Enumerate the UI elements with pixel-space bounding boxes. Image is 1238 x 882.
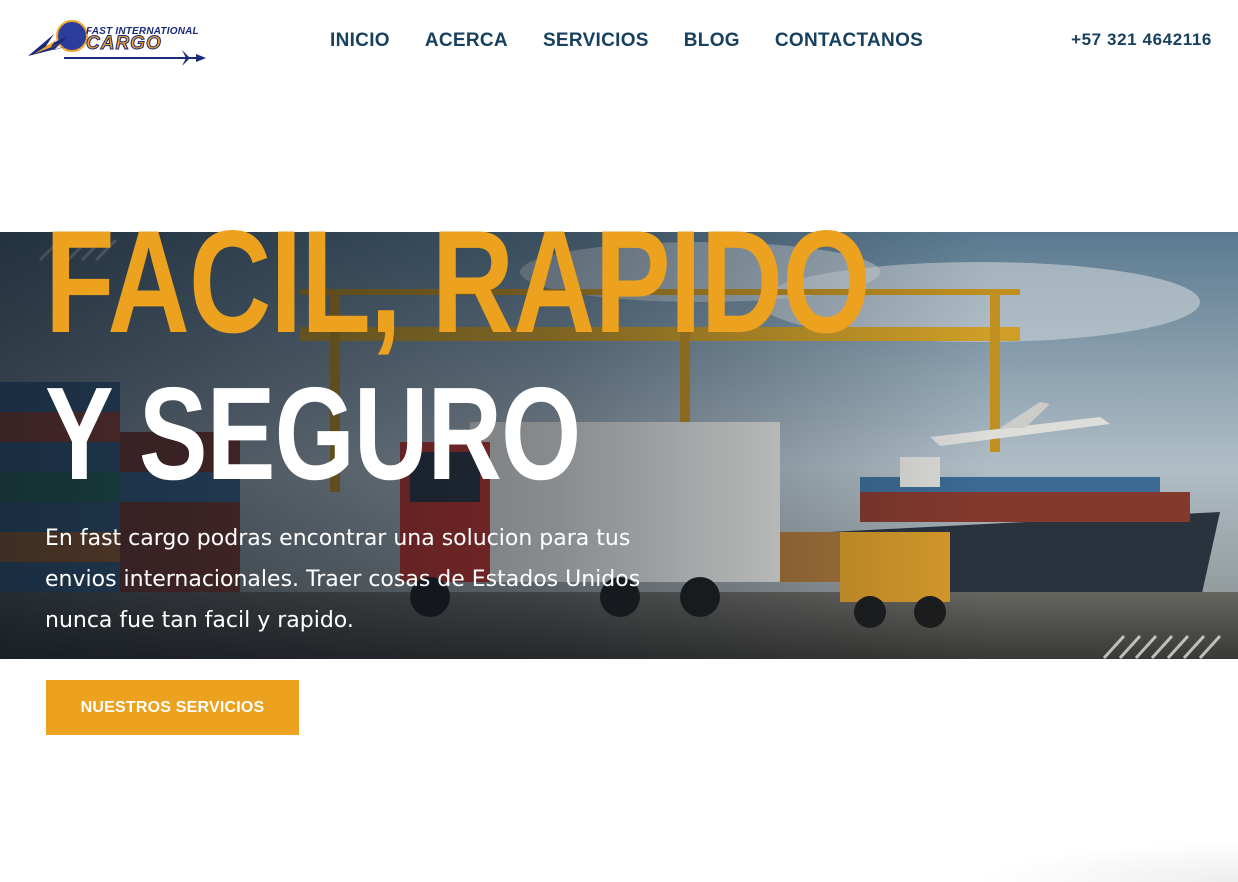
phone-link[interactable]: +57 321 4642116: [1071, 30, 1212, 50]
brand-name-large: CARGO: [86, 33, 162, 55]
hero-headline-line1: FACIL, RAPIDO: [45, 200, 871, 363]
nav-item-contactanos[interactable]: CONTACTANOS: [775, 30, 923, 52]
main-nav: INICIO ACERCA SERVICIOS BLOG CONTACTANOS: [330, 30, 923, 52]
nav-item-blog[interactable]: BLOG: [684, 30, 740, 52]
nav-item-inicio[interactable]: INICIO: [330, 30, 390, 52]
nuestros-servicios-button[interactable]: NUESTROS SERVICIOS: [46, 680, 299, 735]
site-header: FAST INTERNATIONAL CARGO INICIO ACERCA S…: [0, 0, 1238, 82]
brand-logo[interactable]: FAST INTERNATIONAL CARGO: [24, 14, 210, 68]
nav-item-servicios[interactable]: SERVICIOS: [543, 30, 649, 52]
hero-description: En fast cargo podras encontrar una soluc…: [45, 526, 641, 633]
corner-shadow: [978, 842, 1238, 882]
hero-headline-line2: Y SEGURO: [45, 360, 581, 507]
nav-item-acerca[interactable]: ACERCA: [425, 30, 508, 52]
